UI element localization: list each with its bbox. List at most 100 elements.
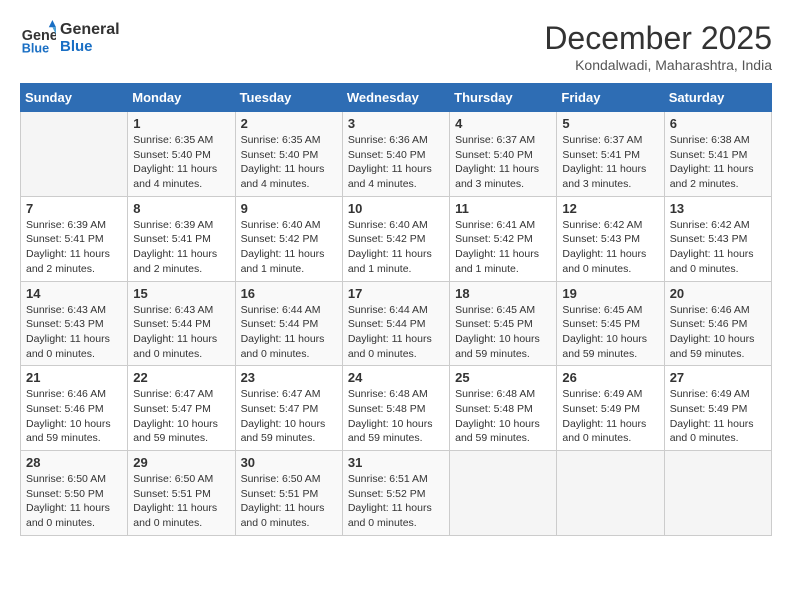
calendar-cell: 20 Sunrise: 6:46 AM Sunset: 5:46 PM Dayli… bbox=[664, 281, 771, 366]
calendar-cell: 17 Sunrise: 6:44 AM Sunset: 5:44 PM Dayli… bbox=[342, 281, 449, 366]
day-info: Sunrise: 6:46 AM Sunset: 5:46 PM Dayligh… bbox=[670, 303, 766, 362]
day-number: 20 bbox=[670, 286, 766, 301]
day-info: Sunrise: 6:48 AM Sunset: 5:48 PM Dayligh… bbox=[348, 387, 444, 446]
calendar-week-row: 28Sunrise: 6:50 AM Sunset: 5:50 PM Dayli… bbox=[21, 451, 772, 536]
calendar-week-row: 1 Sunrise: 6:35 AM Sunset: 5:40 PM Daylig… bbox=[21, 112, 772, 197]
calendar-cell: 29 Sunrise: 6:50 AM Sunset: 5:51 PM Dayli… bbox=[128, 451, 235, 536]
day-info: Sunrise: 6:42 AM Sunset: 5:43 PM Dayligh… bbox=[562, 218, 658, 277]
calendar-cell: 22 Sunrise: 6:47 AM Sunset: 5:47 PM Dayli… bbox=[128, 366, 235, 451]
calendar-cell: 3 Sunrise: 6:36 AM Sunset: 5:40 PM Daylig… bbox=[342, 112, 449, 197]
col-header-saturday: Saturday bbox=[664, 84, 771, 112]
calendar-cell bbox=[664, 451, 771, 536]
day-info: Sunrise: 6:49 AM Sunset: 5:49 PM Dayligh… bbox=[562, 387, 658, 446]
location-subtitle: Kondalwadi, Maharashtra, India bbox=[544, 57, 772, 73]
title-block: December 2025 Kondalwadi, Maharashtra, I… bbox=[544, 20, 772, 73]
day-number: 6 bbox=[670, 116, 766, 131]
day-number: 14 bbox=[26, 286, 122, 301]
day-info: Sunrise: 6:36 AM Sunset: 5:40 PM Dayligh… bbox=[348, 133, 444, 192]
calendar-cell: 30Sunrise: 6:50 AM Sunset: 5:51 PM Dayli… bbox=[235, 451, 342, 536]
day-info: Sunrise: 6:41 AM Sunset: 5:42 PM Dayligh… bbox=[455, 218, 551, 277]
day-number: 24 bbox=[348, 370, 444, 385]
calendar-cell: 2 Sunrise: 6:35 AM Sunset: 5:40 PM Daylig… bbox=[235, 112, 342, 197]
day-number: 21 bbox=[26, 370, 122, 385]
day-info: Sunrise: 6:43 AM Sunset: 5:43 PM Dayligh… bbox=[26, 303, 122, 362]
calendar-cell: 18Sunrise: 6:45 AM Sunset: 5:45 PM Dayli… bbox=[450, 281, 557, 366]
day-number: 8 bbox=[133, 201, 229, 216]
logo: General Blue General Blue bbox=[20, 20, 120, 56]
day-info: Sunrise: 6:40 AM Sunset: 5:42 PM Dayligh… bbox=[241, 218, 337, 277]
calendar-cell: 16 Sunrise: 6:44 AM Sunset: 5:44 PM Dayli… bbox=[235, 281, 342, 366]
day-info: Sunrise: 6:45 AM Sunset: 5:45 PM Dayligh… bbox=[562, 303, 658, 362]
month-title: December 2025 bbox=[544, 20, 772, 57]
day-number: 26 bbox=[562, 370, 658, 385]
day-number: 4 bbox=[455, 116, 551, 131]
day-info: Sunrise: 6:40 AM Sunset: 5:42 PM Dayligh… bbox=[348, 218, 444, 277]
calendar-table: SundayMondayTuesdayWednesdayThursdayFrid… bbox=[20, 83, 772, 536]
day-number: 29 bbox=[133, 455, 229, 470]
day-number: 1 bbox=[133, 116, 229, 131]
day-number: 27 bbox=[670, 370, 766, 385]
day-number: 30 bbox=[241, 455, 337, 470]
day-info: Sunrise: 6:38 AM Sunset: 5:41 PM Dayligh… bbox=[670, 133, 766, 192]
calendar-cell: 10Sunrise: 6:40 AM Sunset: 5:42 PM Dayli… bbox=[342, 196, 449, 281]
logo-text-line1: General bbox=[60, 21, 120, 39]
day-number: 17 bbox=[348, 286, 444, 301]
day-info: Sunrise: 6:48 AM Sunset: 5:48 PM Dayligh… bbox=[455, 387, 551, 446]
day-info: Sunrise: 6:43 AM Sunset: 5:44 PM Dayligh… bbox=[133, 303, 229, 362]
day-number: 5 bbox=[562, 116, 658, 131]
col-header-wednesday: Wednesday bbox=[342, 84, 449, 112]
calendar-cell: 31 Sunrise: 6:51 AM Sunset: 5:52 PM Dayli… bbox=[342, 451, 449, 536]
logo-text-line2: Blue bbox=[60, 39, 120, 56]
svg-text:Blue: Blue bbox=[22, 41, 49, 55]
day-number: 22 bbox=[133, 370, 229, 385]
day-info: Sunrise: 6:44 AM Sunset: 5:44 PM Dayligh… bbox=[241, 303, 337, 362]
day-info: Sunrise: 6:46 AM Sunset: 5:46 PM Dayligh… bbox=[26, 387, 122, 446]
day-number: 18 bbox=[455, 286, 551, 301]
calendar-week-row: 14 Sunrise: 6:43 AM Sunset: 5:43 PM Dayli… bbox=[21, 281, 772, 366]
calendar-cell: 28Sunrise: 6:50 AM Sunset: 5:50 PM Dayli… bbox=[21, 451, 128, 536]
day-info: Sunrise: 6:39 AM Sunset: 5:41 PM Dayligh… bbox=[133, 218, 229, 277]
day-info: Sunrise: 6:47 AM Sunset: 5:47 PM Dayligh… bbox=[133, 387, 229, 446]
calendar-week-row: 21 Sunrise: 6:46 AM Sunset: 5:46 PM Dayli… bbox=[21, 366, 772, 451]
calendar-cell: 5Sunrise: 6:37 AM Sunset: 5:41 PM Daylig… bbox=[557, 112, 664, 197]
calendar-cell: 1 Sunrise: 6:35 AM Sunset: 5:40 PM Daylig… bbox=[128, 112, 235, 197]
day-number: 31 bbox=[348, 455, 444, 470]
calendar-week-row: 7 Sunrise: 6:39 AM Sunset: 5:41 PM Daylig… bbox=[21, 196, 772, 281]
day-info: Sunrise: 6:35 AM Sunset: 5:40 PM Dayligh… bbox=[133, 133, 229, 192]
day-info: Sunrise: 6:44 AM Sunset: 5:44 PM Dayligh… bbox=[348, 303, 444, 362]
day-info: Sunrise: 6:51 AM Sunset: 5:52 PM Dayligh… bbox=[348, 472, 444, 531]
calendar-cell: 26 Sunrise: 6:49 AM Sunset: 5:49 PM Dayli… bbox=[557, 366, 664, 451]
calendar-cell: 9 Sunrise: 6:40 AM Sunset: 5:42 PM Daylig… bbox=[235, 196, 342, 281]
col-header-friday: Friday bbox=[557, 84, 664, 112]
day-number: 12 bbox=[562, 201, 658, 216]
calendar-cell: 24 Sunrise: 6:48 AM Sunset: 5:48 PM Dayli… bbox=[342, 366, 449, 451]
calendar-cell: 21 Sunrise: 6:46 AM Sunset: 5:46 PM Dayli… bbox=[21, 366, 128, 451]
day-info: Sunrise: 6:50 AM Sunset: 5:51 PM Dayligh… bbox=[133, 472, 229, 531]
day-number: 11 bbox=[455, 201, 551, 216]
col-header-thursday: Thursday bbox=[450, 84, 557, 112]
day-info: Sunrise: 6:35 AM Sunset: 5:40 PM Dayligh… bbox=[241, 133, 337, 192]
day-number: 3 bbox=[348, 116, 444, 131]
col-header-monday: Monday bbox=[128, 84, 235, 112]
day-info: Sunrise: 6:39 AM Sunset: 5:41 PM Dayligh… bbox=[26, 218, 122, 277]
calendar-cell: 6 Sunrise: 6:38 AM Sunset: 5:41 PM Daylig… bbox=[664, 112, 771, 197]
calendar-cell: 15Sunrise: 6:43 AM Sunset: 5:44 PM Dayli… bbox=[128, 281, 235, 366]
calendar-cell: 11 Sunrise: 6:41 AM Sunset: 5:42 PM Dayli… bbox=[450, 196, 557, 281]
calendar-cell: 13 Sunrise: 6:42 AM Sunset: 5:43 PM Dayli… bbox=[664, 196, 771, 281]
day-number: 2 bbox=[241, 116, 337, 131]
calendar-cell: 14 Sunrise: 6:43 AM Sunset: 5:43 PM Dayli… bbox=[21, 281, 128, 366]
calendar-cell: 25 Sunrise: 6:48 AM Sunset: 5:48 PM Dayli… bbox=[450, 366, 557, 451]
day-info: Sunrise: 6:47 AM Sunset: 5:47 PM Dayligh… bbox=[241, 387, 337, 446]
calendar-cell: 4 Sunrise: 6:37 AM Sunset: 5:40 PM Daylig… bbox=[450, 112, 557, 197]
day-number: 16 bbox=[241, 286, 337, 301]
day-info: Sunrise: 6:37 AM Sunset: 5:40 PM Dayligh… bbox=[455, 133, 551, 192]
day-info: Sunrise: 6:50 AM Sunset: 5:50 PM Dayligh… bbox=[26, 472, 122, 531]
calendar-cell: 19Sunrise: 6:45 AM Sunset: 5:45 PM Dayli… bbox=[557, 281, 664, 366]
calendar-cell bbox=[557, 451, 664, 536]
day-number: 9 bbox=[241, 201, 337, 216]
calendar-cell: 27Sunrise: 6:49 AM Sunset: 5:49 PM Dayli… bbox=[664, 366, 771, 451]
day-number: 7 bbox=[26, 201, 122, 216]
day-number: 13 bbox=[670, 201, 766, 216]
day-info: Sunrise: 6:42 AM Sunset: 5:43 PM Dayligh… bbox=[670, 218, 766, 277]
day-number: 25 bbox=[455, 370, 551, 385]
